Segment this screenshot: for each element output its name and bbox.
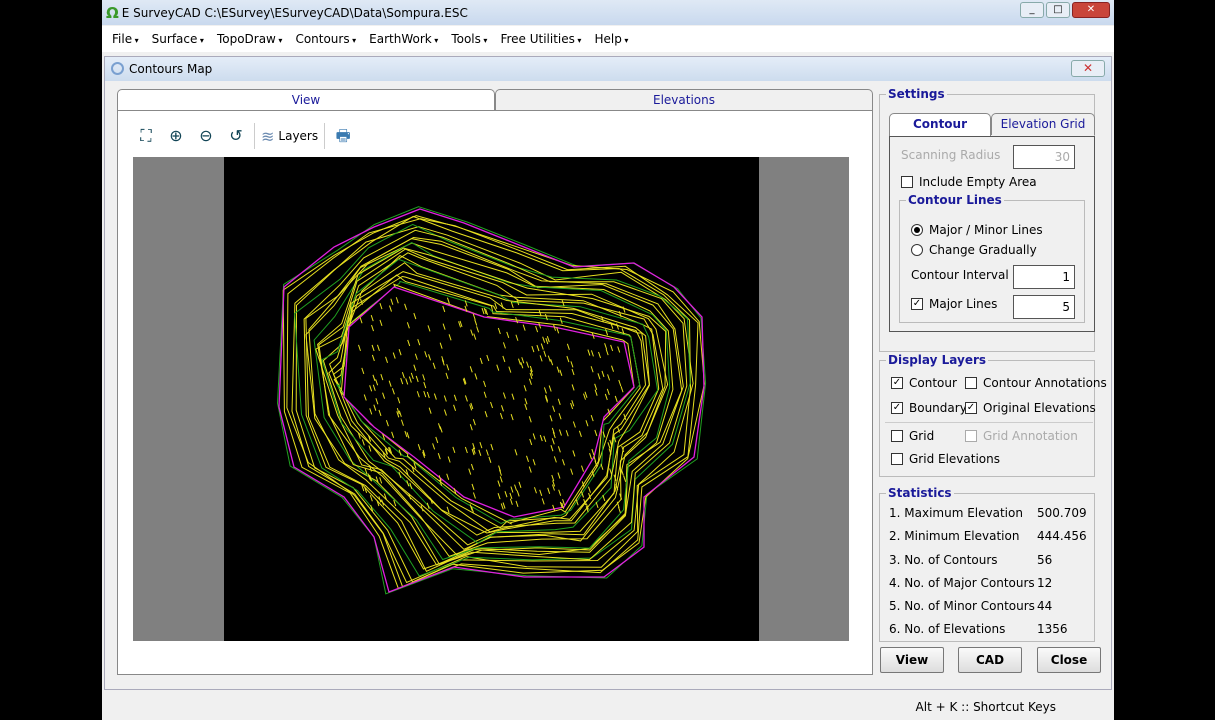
scanning-radius-label: Scanning Radius (901, 148, 1001, 162)
layers-label: Layers (278, 129, 319, 143)
grid-annotation-checkbox[interactable]: Grid Annotation (965, 429, 1078, 443)
major-lines-checkbox[interactable]: ✓ Major Lines (911, 297, 997, 311)
major-lines-label: Major Lines (929, 297, 998, 311)
shortcut-hint: Alt + K :: Shortcut Keys (915, 700, 1056, 714)
stat-row: 1. Maximum Elevation 500.709 (889, 506, 1087, 520)
menu-tools[interactable]: Tools (451, 32, 487, 46)
settings-legend: Settings (888, 87, 945, 101)
elevation-point (605, 329, 609, 336)
change-gradually-label: Change Gradually (929, 243, 1037, 257)
include-empty-area-label: Include Empty Area (919, 175, 1037, 189)
contour-interval-input[interactable]: 1 (1013, 265, 1075, 289)
print-preview-icon[interactable]: 🖶 (331, 124, 355, 148)
elevation-point (609, 468, 613, 475)
grid-layer-checkbox[interactable]: Grid (891, 429, 934, 443)
include-empty-area-checkbox[interactable]: Include Empty Area (901, 175, 1037, 189)
zoom-out-icon[interactable]: ⊖ (194, 124, 218, 148)
stat-row: 2. Minimum Elevation 444.456 (889, 529, 1087, 543)
app-logo-icon: Ω (106, 3, 119, 22)
status-bar: Alt + K :: Shortcut Keys (102, 695, 1114, 720)
contour-interval-label: Contour Interval (911, 268, 1009, 282)
elevation-point (379, 477, 383, 484)
menu-help[interactable]: Help (594, 32, 628, 46)
scanning-radius-input[interactable]: 30 (1013, 145, 1075, 169)
maximize-button[interactable]: □ (1046, 2, 1070, 18)
view-panel: ⛶ ⊕ ⊖ ↺ ≋ Layers 🖶 (117, 110, 873, 675)
layers-icon: ≋ (261, 126, 275, 146)
original-elevations-label: Original Elevations (983, 401, 1096, 415)
zoom-in-icon[interactable]: ⊕ (164, 124, 188, 148)
contour-layer-checkbox[interactable]: ✓ Contour (891, 376, 957, 390)
grid-layer-label: Grid (909, 429, 935, 443)
view-button[interactable]: View (880, 647, 944, 673)
elevation-point (446, 506, 450, 513)
elevation-point (500, 302, 504, 309)
stat-row: 6. No. of Elevations 1356 (889, 622, 1068, 636)
elevation-point (446, 297, 450, 304)
tab-contour[interactable]: Contour (889, 113, 991, 137)
grid-elevations-checkbox[interactable]: Grid Elevations (891, 452, 1000, 466)
elevation-point (426, 502, 430, 509)
display-layers-legend: Display Layers (888, 353, 987, 367)
elevation-point (620, 469, 624, 476)
contour-layer-label: Contour (909, 376, 957, 390)
elevation-point (622, 306, 626, 313)
boundary-layer-label: Boundary (909, 401, 967, 415)
elevation-point (481, 307, 485, 315)
app-title: E SurveyCAD C:\ESurvey\ESurveyCAD\Data\S… (121, 5, 468, 20)
cad-button[interactable]: CAD (958, 647, 1022, 673)
menu-file[interactable]: File (112, 32, 139, 46)
stat-row: 5. No. of Minor Contours 44 (889, 599, 1053, 613)
menu-surface[interactable]: Surface (152, 32, 204, 46)
dialog-icon (111, 62, 124, 75)
contour-map (276, 206, 707, 595)
menu-free-utilities[interactable]: Free Utilities (500, 32, 581, 46)
dialog-title: Contours Map (129, 62, 213, 76)
menu-bar: File Surface TopoDraw Contours EarthWork… (102, 26, 1114, 52)
stat-row: 3. No. of Contours 56 (889, 553, 1053, 567)
tab-elevation-grid[interactable]: Elevation Grid (991, 113, 1095, 135)
boundary-layer-checkbox[interactable]: ✓ Boundary (891, 401, 967, 415)
contour-lines-legend: Contour Lines (908, 193, 1002, 207)
layers-button[interactable]: ≋ Layers (261, 127, 318, 146)
toolbar-separator (254, 123, 255, 149)
toolbar-separator (324, 123, 326, 149)
menu-topodraw[interactable]: TopoDraw (217, 32, 283, 46)
elevation-point (369, 495, 373, 502)
app-window: Ω E SurveyCAD C:\ESurvey\ESurveyCAD\Data… (102, 0, 1114, 720)
minimize-button[interactable]: _ (1020, 2, 1044, 18)
elevation-point (623, 475, 627, 482)
title-bar: Ω E SurveyCAD C:\ESurvey\ESurveyCAD\Data… (102, 0, 1114, 25)
statistics-legend: Statistics (888, 486, 952, 500)
major-minor-label: Major / Minor Lines (929, 223, 1043, 237)
zoom-previous-icon[interactable]: ↺ (224, 124, 248, 148)
close-window-button[interactable]: ✕ (1072, 2, 1110, 18)
elevation-point (581, 481, 585, 488)
elevation-point (368, 445, 372, 452)
major-lines-input[interactable]: 5 (1013, 295, 1075, 319)
elevation-point (588, 486, 591, 493)
original-elevations-checkbox[interactable]: ✓ Original Elevations (965, 401, 1096, 415)
elevation-point (361, 439, 365, 446)
menu-earthwork[interactable]: EarthWork (369, 32, 438, 46)
major-minor-radio[interactable]: Major / Minor Lines (911, 223, 1043, 237)
menu-contours[interactable]: Contours (295, 32, 356, 46)
zoom-extents-icon[interactable]: ⛶ (134, 124, 158, 148)
elevation-point (616, 323, 620, 330)
divider (885, 422, 1093, 423)
dialog-close-button[interactable]: ✕ (1071, 60, 1105, 77)
grid-elevations-label: Grid Elevations (909, 452, 1000, 466)
elevation-point (607, 442, 611, 449)
change-gradually-radio[interactable]: Change Gradually (911, 243, 1037, 257)
dialog-title-bar: Contours Map ✕ (105, 57, 1111, 81)
close-button[interactable]: Close (1037, 647, 1101, 673)
contours-map-dialog: Contours Map ✕ View Elevations ⛶ ⊕ ⊖ ↺ ≋… (104, 56, 1112, 690)
contour-annotations-label: Contour Annotations (983, 376, 1107, 390)
stat-row: 4. No. of Major Contours 12 (889, 576, 1053, 590)
contour-annotations-checkbox[interactable]: Contour Annotations (965, 376, 1107, 390)
tab-elevations[interactable]: Elevations (495, 89, 873, 111)
elevation-point (618, 311, 622, 318)
grid-annotation-label: Grid Annotation (983, 429, 1078, 443)
map-canvas[interactable] (133, 157, 849, 641)
